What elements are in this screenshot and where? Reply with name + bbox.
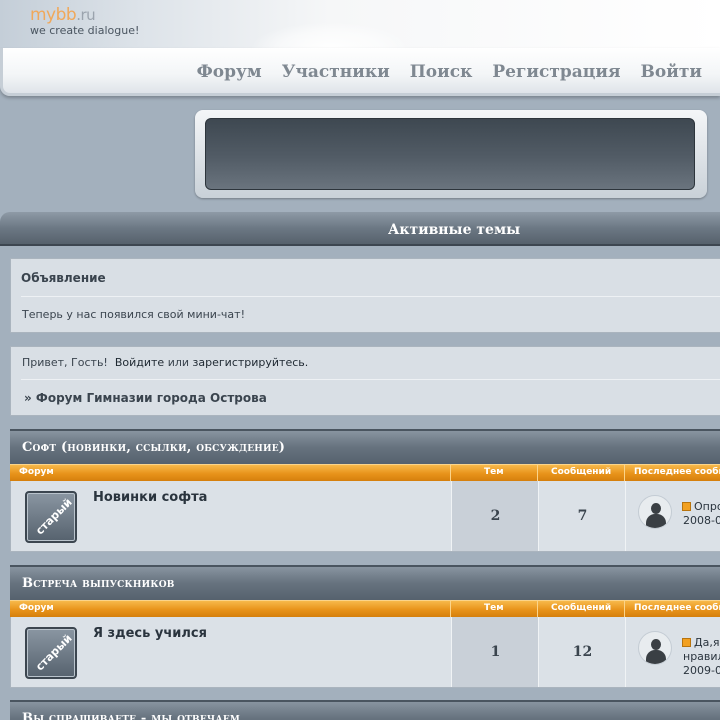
column-topics: Тем <box>484 603 504 613</box>
category-title[interactable]: Софт (новинки, ссылки, обсуждение) <box>22 440 285 455</box>
avatar <box>638 495 672 529</box>
nav-login-link[interactable]: Войти <box>641 62 702 82</box>
divider <box>21 379 720 380</box>
banner-area <box>205 118 695 190</box>
forum-row: старый Новинки софта 2 7 Опро 2008-0 <box>10 481 720 552</box>
greeting-text: Привет, Гость! <box>22 356 108 369</box>
column-header-row: Форум Тем Сообщений Последнее сообщение <box>10 600 720 618</box>
column-posts: Сообщений <box>551 467 612 477</box>
nav-register-link[interactable]: Регистрация <box>492 62 620 82</box>
column-posts: Сообщений <box>551 603 612 613</box>
category-block-alumni: Встреча выпускников Форум Тем Сообщений … <box>10 565 720 689</box>
nav-search-link[interactable]: Поиск <box>410 62 473 82</box>
forum-row: старый Я здесь учился 1 12 Да,я нравил 2… <box>10 617 720 688</box>
forum-status-label: старый <box>33 631 75 674</box>
column-forum: Форум <box>19 603 54 613</box>
breadcrumb[interactable]: » Форум Гимназии города Острова <box>24 391 267 405</box>
posts-count: 7 <box>538 481 626 551</box>
register-link[interactable]: зарегистрируйтесь. <box>193 356 309 369</box>
header-cloud-decoration <box>250 22 410 48</box>
forum-title-link[interactable]: Я здесь учился <box>93 626 207 641</box>
logo-tagline: we create dialogue! <box>30 24 140 37</box>
forum-title-link[interactable]: Новинки софта <box>93 490 207 505</box>
active-topics-link[interactable]: Активные темы <box>388 222 520 238</box>
logo-domain-text: .ru <box>76 6 96 24</box>
welcome-line: Привет, Гость! Войдите или зарегистрируй… <box>22 356 308 369</box>
column-header-row: Форум Тем Сообщений Последнее сообщение <box>10 464 720 482</box>
forum-status-label: старый <box>33 495 75 538</box>
banner-frame <box>195 110 707 198</box>
divider <box>21 296 720 297</box>
forum-status-icon: старый <box>25 491 77 543</box>
topics-count: 1 <box>451 617 539 687</box>
category-block-soft: Софт (новинки, ссылки, обсуждение) Форум… <box>10 429 720 553</box>
last-post-date: 2008-0 <box>683 514 720 527</box>
page-title-bar: Активные темы <box>0 212 720 246</box>
category-title[interactable]: Вы спрашиваете - мы отвечаем <box>22 711 240 720</box>
last-post-cell: Да,я нравил 2009-0 <box>625 617 720 687</box>
welcome-panel: Привет, Гость! Войдите или зарегистрируй… <box>10 346 720 416</box>
last-post-text: нравил <box>683 650 720 663</box>
new-post-icon <box>682 502 691 511</box>
column-last-post: Последнее сообщение <box>634 467 720 477</box>
or-text: или <box>167 356 190 369</box>
nav-forum-link[interactable]: Форум <box>197 62 262 82</box>
last-post-link[interactable]: Опро <box>694 500 720 514</box>
column-last-post: Последнее сообщение <box>634 603 720 613</box>
category-block-qa: Вы спрашиваете - мы отвечаем <box>10 700 720 720</box>
last-post-link[interactable]: Да,я <box>694 636 719 650</box>
avatar <box>638 631 672 665</box>
site-logo[interactable]: mybb.ru we create dialogue! <box>30 6 139 37</box>
last-post-cell: Опро 2008-0 <box>625 481 720 551</box>
column-forum: Форум <box>19 467 54 477</box>
nav-members-link[interactable]: Участники <box>282 62 390 82</box>
announcement-title: Объявление <box>21 271 106 285</box>
category-header: Софт (новинки, ссылки, обсуждение) <box>10 429 720 464</box>
forum-status-icon: старый <box>25 627 77 679</box>
topics-count: 2 <box>451 481 539 551</box>
posts-count: 12 <box>538 617 626 687</box>
category-header: Вы спрашиваете - мы отвечаем <box>10 700 720 720</box>
column-topics: Тем <box>484 467 504 477</box>
announcement-text: Теперь у нас появился свой мини-чат! <box>22 308 245 321</box>
top-navbar: Форум Участники Поиск Регистрация Войти <box>0 48 720 96</box>
announcement-panel: Объявление Теперь у нас появился свой ми… <box>10 258 720 333</box>
login-link[interactable]: Войдите <box>115 356 164 369</box>
new-post-icon <box>682 638 691 647</box>
category-title[interactable]: Встреча выпускников <box>22 576 175 591</box>
header-top: mybb.ru we create dialogue! <box>0 0 720 48</box>
nav-links: Форум Участники Поиск Регистрация Войти <box>197 62 702 82</box>
logo-main-text: mybb <box>30 5 77 25</box>
last-post-date: 2009-0 <box>683 664 720 677</box>
category-header: Встреча выпускников <box>10 565 720 600</box>
